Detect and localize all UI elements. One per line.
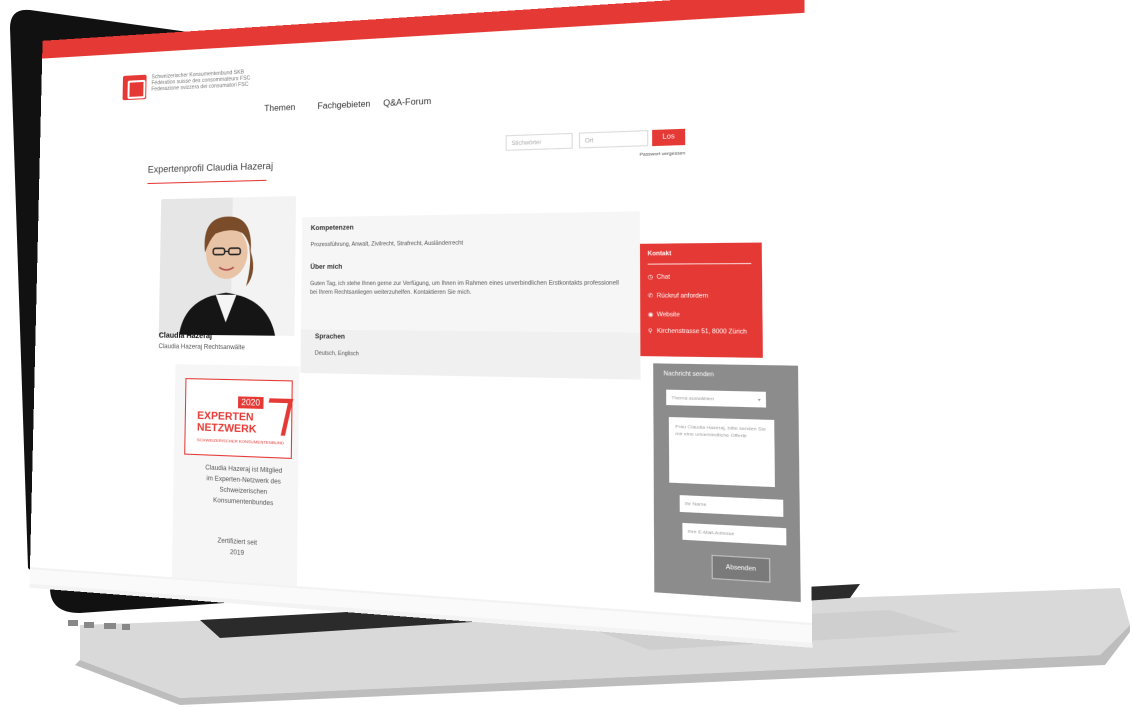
topbar-link-ratgeber[interactable]: Ratgeber bbox=[537, 99, 562, 107]
pin-icon: ⚲ bbox=[647, 327, 653, 336]
submit-button[interactable]: Absenden bbox=[711, 554, 771, 583]
topbar-link-account[interactable]: Mein Konto bbox=[609, 96, 641, 104]
badge-description: Claudia Hazeraj ist Mitglied im Experten… bbox=[205, 465, 283, 508]
expert-name: Claudia Hazeraj bbox=[158, 332, 213, 341]
about-heading: Über mich bbox=[310, 264, 343, 272]
location-search-input[interactable]: Ort bbox=[578, 130, 649, 149]
person-avatar-icon bbox=[158, 196, 297, 336]
title-underline bbox=[147, 179, 267, 185]
contact-box bbox=[639, 242, 763, 358]
contact-website[interactable]: ◉ Website bbox=[648, 312, 680, 319]
clock-icon: ◷ bbox=[647, 274, 654, 282]
topic-select[interactable]: Thema auswählen ▾ bbox=[666, 389, 767, 408]
badge-certified: Zertifiziert seit 2019 bbox=[217, 538, 258, 558]
about-text: Guten Tag, ich stehe Ihnen gerne zur Ver… bbox=[309, 279, 619, 297]
globe-icon: ◉ bbox=[647, 311, 654, 319]
message-textarea[interactable]: Frau Claudia Hazeraj, bitte senden Sie m… bbox=[668, 417, 775, 488]
nav-themen[interactable]: Themen bbox=[264, 102, 295, 113]
topbar-link-contact[interactable]: Kontakt bbox=[668, 94, 690, 102]
badge-title-line2: NETZWERK bbox=[196, 421, 257, 436]
phone-icon: ✆ bbox=[647, 292, 654, 300]
laptop-screen: Schweizerischer Konsumentenbund SKB Fédé… bbox=[29, 0, 813, 648]
profile-photo bbox=[158, 196, 297, 336]
nav-qa-forum[interactable]: Q&A-Forum bbox=[383, 96, 431, 108]
search-button[interactable]: Los bbox=[652, 128, 686, 147]
contact-chat[interactable]: ◷ Chat bbox=[648, 274, 670, 281]
contact-title: Kontakt bbox=[647, 250, 672, 258]
expert-firm: Claudia Hazeraj Rechtsanwälte bbox=[158, 343, 245, 352]
contact-callback[interactable]: ✆ Rückruf anfordern bbox=[648, 293, 709, 300]
page-title: Expertenprofil Claudia Hazeraj bbox=[147, 160, 274, 175]
form-title: Nachricht senden bbox=[663, 370, 714, 379]
languages-heading: Sprachen bbox=[314, 333, 345, 341]
site-logo[interactable] bbox=[122, 74, 147, 101]
chevron-down-icon: ▾ bbox=[757, 396, 761, 403]
password-forgot-link[interactable]: Passwort vergessen bbox=[640, 150, 686, 157]
badge-year: 2020 bbox=[237, 396, 264, 409]
keyword-search-input[interactable]: Stichwörter bbox=[505, 132, 573, 151]
topbar-link-login[interactable]: Login bbox=[575, 98, 590, 105]
web-page: Schweizerischer Konsumentenbund SKB Fédé… bbox=[29, 0, 813, 643]
contact-address: ⚲ Kirchenstrasse 51, 8000 Zürich bbox=[647, 327, 747, 336]
competences-heading: Kompetenzen bbox=[310, 225, 354, 233]
